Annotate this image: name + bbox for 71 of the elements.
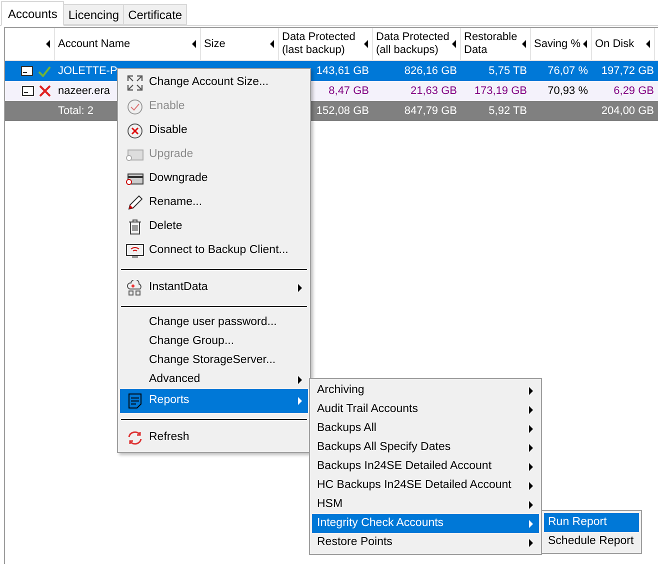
computer-icon: [21, 66, 33, 76]
refresh-icon: [126, 431, 142, 445]
column-header[interactable]: Saving %: [531, 28, 592, 60]
menu-item[interactable]: Schedule Report: [544, 532, 639, 551]
table-cell: 204,00 GB: [601, 104, 654, 117]
menu-item[interactable]: Change StorageServer...: [120, 351, 308, 370]
trash-icon: [128, 219, 142, 235]
menu-item[interactable]: Delete: [120, 215, 308, 239]
monitor-wifi-icon: [126, 244, 144, 258]
table-cell: 5,92 TB: [488, 104, 527, 117]
menu-item[interactable]: Backups All: [312, 419, 539, 438]
sort-caret-icon: [364, 40, 368, 48]
tab[interactable]: Licencing: [64, 4, 124, 25]
menu-item[interactable]: Connect to Backup Client...: [120, 239, 308, 263]
circle-cross-icon: [126, 123, 142, 139]
menu-item[interactable]: Run Report: [544, 513, 639, 532]
menu-item[interactable]: Change Group...: [120, 332, 308, 351]
table-cell: 21,63 GB: [410, 84, 457, 97]
table-cell: 197,72 GB: [601, 64, 654, 77]
menu-item[interactable]: Downgrade: [120, 167, 308, 191]
card-icon: [126, 149, 144, 161]
menu-item[interactable]: Audit Trail Accounts: [312, 400, 539, 419]
circle-check-icon: [126, 99, 142, 115]
sort-caret-icon: [522, 40, 526, 48]
card-icon: [126, 173, 144, 185]
column-header[interactable]: Account Name: [55, 28, 201, 60]
table-cell: 6,29 GB: [614, 84, 654, 97]
menu-item[interactable]: Refresh: [120, 426, 308, 450]
table-cell: 70,93 %: [548, 84, 588, 97]
document-icon: [128, 393, 142, 409]
table-cell: JOLETTE-P: [58, 64, 118, 77]
table-cell: 8,47 GB: [328, 84, 369, 97]
menu-item[interactable]: InstantData: [120, 276, 308, 300]
column-header[interactable]: On Disk: [592, 28, 655, 60]
menu-item[interactable]: Change user password...: [120, 313, 308, 332]
expand-arrows-icon: [126, 75, 142, 91]
menu-item[interactable]: Reports: [120, 389, 308, 413]
pencil-icon: [126, 195, 142, 211]
sort-caret-icon: [192, 40, 196, 48]
table-cell: nazeer.era: [58, 84, 110, 97]
menu-item[interactable]: Backups All Specify Dates: [312, 438, 539, 457]
menu-item[interactable]: HSM: [312, 495, 539, 514]
menu-item[interactable]: Disable: [120, 119, 308, 143]
menu-item[interactable]: Restore Points: [312, 533, 539, 552]
column-header[interactable]: Size: [201, 28, 279, 60]
computer-icon: [22, 86, 34, 96]
menu-item[interactable]: HC Backups In24SE Detailed Account: [312, 476, 539, 495]
cloud-icon: [126, 280, 142, 296]
table-cell: 826,16 GB: [404, 64, 457, 77]
table-cell: 173,19 GB: [474, 84, 527, 97]
menu-item[interactable]: Rename...: [120, 191, 308, 215]
table-cell: 5,75 TB: [488, 64, 527, 77]
column-header[interactable]: Data Protected (last backup): [279, 28, 373, 60]
sort-caret-icon: [270, 40, 274, 48]
tab[interactable]: Certificate: [124, 4, 188, 25]
table-cell: Total: 2: [58, 104, 94, 117]
sort-caret-icon: [452, 40, 456, 48]
menu-item[interactable]: Backups In24SE Detailed Account: [312, 457, 539, 476]
column-header[interactable]: Restorable Data: [461, 28, 531, 60]
sort-caret-icon: [583, 40, 587, 48]
column-header[interactable]: Data Protected (all backups): [373, 28, 461, 60]
table-cell: 76,07 %: [548, 64, 588, 77]
sort-caret-icon: [46, 40, 50, 48]
sort-caret-icon: [646, 40, 650, 48]
table-cell: 152,08 GB: [316, 104, 369, 117]
table-cell: 143,61 GB: [316, 64, 369, 77]
tab[interactable]: Accounts: [1, 1, 64, 26]
menu-item[interactable]: Advanced: [120, 370, 308, 389]
menu-item[interactable]: Integrity Check Accounts: [312, 514, 539, 533]
table-cell: 847,79 GB: [404, 104, 457, 117]
menu-item[interactable]: Archiving: [312, 381, 539, 400]
